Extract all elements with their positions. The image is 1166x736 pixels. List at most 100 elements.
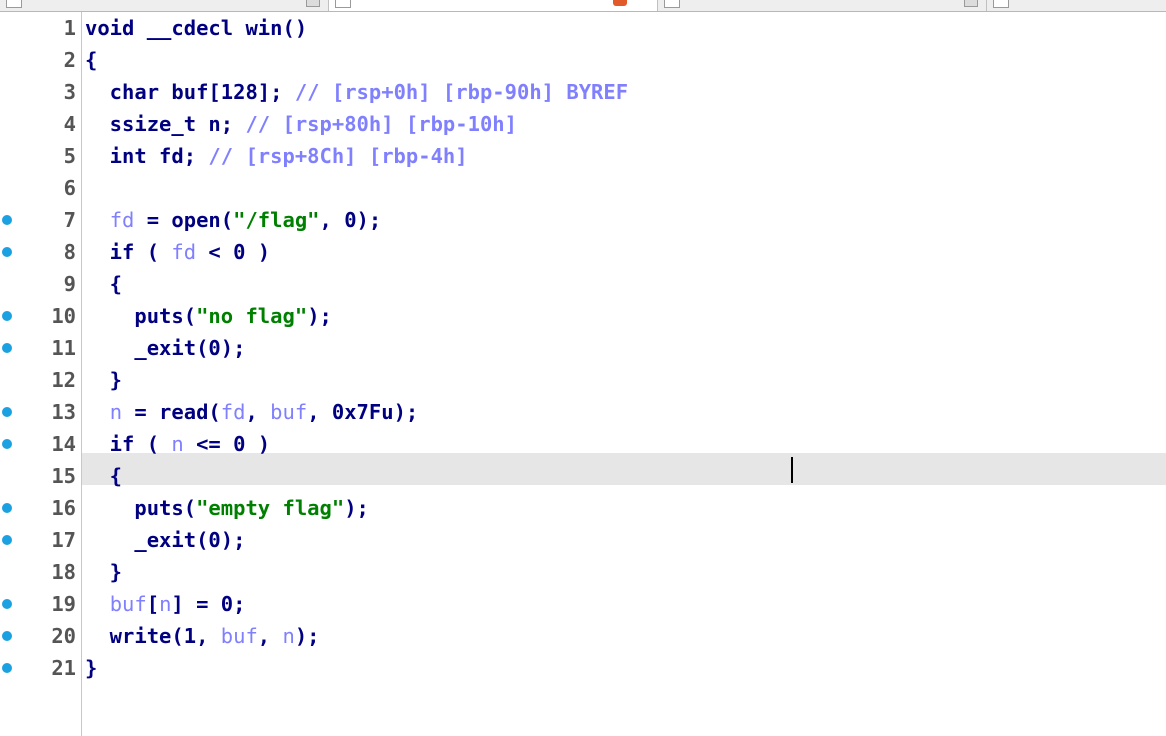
breakpoint-dot-icon[interactable] bbox=[2, 631, 12, 641]
code-text: fd = open("/flag", 0); bbox=[85, 204, 382, 236]
code-token-var: fd bbox=[220, 400, 246, 424]
code-line[interactable]: 7 fd = open("/flag", 0); bbox=[0, 204, 1166, 236]
code-text: } bbox=[85, 652, 97, 684]
pseudocode-window: 1 void __cdecl win() 2{3 char buf[128]; //… bbox=[0, 0, 1166, 736]
code-line[interactable]: 14 if ( n <= 0 ) bbox=[0, 428, 1166, 460]
code-token-kw: { bbox=[85, 272, 123, 296]
code-text: } bbox=[85, 364, 122, 396]
code-token-kw: , bbox=[257, 624, 283, 648]
code-line[interactable]: 4 ssize_t n; // [rsp+80h] [rbp-10h] bbox=[0, 108, 1166, 140]
code-token-cmt: // [rsp+80h] [rbp-10h] bbox=[245, 112, 517, 136]
code-token-var: buf bbox=[109, 592, 147, 616]
code-token-str: "empty flag" bbox=[196, 496, 345, 520]
code-text: { bbox=[85, 268, 122, 300]
breakpoint-dot-icon[interactable] bbox=[2, 343, 12, 353]
code-token-kw: , 0x7Fu); bbox=[307, 400, 419, 424]
line-number: 20 bbox=[51, 624, 76, 648]
line-number: 7 bbox=[63, 208, 76, 232]
line-number: 9 bbox=[63, 272, 76, 296]
code-token-kw: ); bbox=[294, 624, 320, 648]
tab-1[interactable] bbox=[0, 0, 329, 11]
code-token-kw bbox=[85, 400, 110, 424]
code-line[interactable]: 10 puts("no flag"); bbox=[0, 300, 1166, 332]
code-token-kw: ] = 0; bbox=[171, 592, 246, 616]
code-editor[interactable]: 1 void __cdecl win() 2{3 char buf[128]; //… bbox=[0, 12, 1166, 736]
breakpoint-dot-icon[interactable] bbox=[2, 663, 12, 673]
breakpoint-dot-icon[interactable] bbox=[2, 503, 12, 513]
code-token-kw: ssize_t n; bbox=[85, 112, 246, 136]
code-line[interactable]: 16 puts("empty flag"); bbox=[0, 492, 1166, 524]
code-token-str: "no flag" bbox=[196, 304, 308, 328]
line-number: 13 bbox=[51, 400, 76, 424]
code-line[interactable]: 12 } bbox=[0, 364, 1166, 396]
code-line[interactable]: 5 int fd; // [rsp+8Ch] [rbp-4h] bbox=[0, 140, 1166, 172]
code-text: void __cdecl win() bbox=[85, 12, 307, 44]
tab-3[interactable] bbox=[658, 0, 987, 11]
code-token-var: fd bbox=[171, 240, 197, 264]
code-token-kw: { bbox=[85, 464, 123, 488]
code-token-kw: puts( bbox=[85, 304, 197, 328]
code-text: if ( n <= 0 ) bbox=[85, 428, 270, 460]
code-token-kw: if ( bbox=[85, 240, 172, 264]
code-token-var: n bbox=[159, 592, 172, 616]
code-line[interactable]: 9 { bbox=[0, 268, 1166, 300]
code-line[interactable]: 3 char buf[128]; // [rsp+0h] [rbp-90h] B… bbox=[0, 76, 1166, 108]
line-number: 15 bbox=[51, 464, 76, 488]
close-icon[interactable] bbox=[964, 0, 978, 7]
code-token-kw: int fd; bbox=[85, 144, 209, 168]
text-caret bbox=[791, 457, 793, 483]
code-text: buf[n] = 0; bbox=[85, 588, 246, 620]
code-token-kw: = open( bbox=[134, 208, 234, 232]
code-line[interactable]: 17 _exit(0); bbox=[0, 524, 1166, 556]
line-number: 2 bbox=[63, 48, 76, 72]
tab-pseudocode[interactable] bbox=[329, 0, 658, 11]
line-number: 14 bbox=[51, 432, 76, 456]
code-line[interactable]: 15 { bbox=[0, 460, 1166, 492]
code-token-kw: if ( bbox=[85, 432, 172, 456]
line-number: 17 bbox=[51, 528, 76, 552]
code-text: puts("empty flag"); bbox=[85, 492, 369, 524]
code-text: int fd; // [rsp+8Ch] [rbp-4h] bbox=[85, 140, 468, 172]
code-text: ssize_t n; // [rsp+80h] [rbp-10h] bbox=[85, 108, 517, 140]
code-token-kw: <= 0 ) bbox=[183, 432, 271, 456]
code-line[interactable]: 1 void __cdecl win() bbox=[0, 12, 1166, 44]
code-line[interactable]: 21} bbox=[0, 652, 1166, 684]
code-token-var: fd bbox=[109, 208, 135, 232]
breakpoint-dot-icon[interactable] bbox=[2, 215, 12, 225]
code-text: } bbox=[85, 556, 122, 588]
code-token-kw bbox=[85, 208, 110, 232]
code-token-var: buf bbox=[220, 624, 258, 648]
code-token-var: n bbox=[171, 432, 184, 456]
line-number: 11 bbox=[51, 336, 76, 360]
code-token-kw: void __cdecl win() bbox=[85, 16, 308, 40]
code-line[interactable]: 2{ bbox=[0, 44, 1166, 76]
code-line[interactable]: 6 bbox=[0, 172, 1166, 204]
code-line[interactable]: 8 if ( fd < 0 ) bbox=[0, 236, 1166, 268]
code-token-var: buf bbox=[270, 400, 308, 424]
code-line[interactable]: 13 n = read(fd, buf, 0x7Fu); bbox=[0, 396, 1166, 428]
line-number: 5 bbox=[63, 144, 76, 168]
code-token-kw: = read( bbox=[122, 400, 221, 424]
close-icon[interactable] bbox=[306, 0, 320, 7]
code-line[interactable]: 11 _exit(0); bbox=[0, 332, 1166, 364]
code-token-kw: [ bbox=[146, 592, 160, 616]
breakpoint-dot-icon[interactable] bbox=[2, 439, 12, 449]
line-number: 4 bbox=[63, 112, 76, 136]
breakpoint-dot-icon[interactable] bbox=[2, 599, 12, 609]
tab-4[interactable] bbox=[987, 0, 1166, 11]
code-token-var: n bbox=[109, 400, 123, 424]
line-number: 1 bbox=[63, 16, 76, 40]
code-text: { bbox=[85, 460, 122, 492]
breakpoint-dot-icon[interactable] bbox=[2, 535, 12, 545]
code-line[interactable]: 18 } bbox=[0, 556, 1166, 588]
breakpoint-dot-icon[interactable] bbox=[2, 311, 12, 321]
line-number: 6 bbox=[63, 176, 76, 200]
code-line[interactable]: 19 buf[n] = 0; bbox=[0, 588, 1166, 620]
breakpoint-dot-icon[interactable] bbox=[2, 247, 12, 257]
document-icon bbox=[664, 0, 680, 8]
line-number: 3 bbox=[63, 80, 76, 104]
code-line[interactable]: 20 write(1, buf, n); bbox=[0, 620, 1166, 652]
code-token-kw: , bbox=[245, 400, 271, 424]
document-icon bbox=[335, 0, 351, 8]
breakpoint-dot-icon[interactable] bbox=[2, 407, 12, 417]
